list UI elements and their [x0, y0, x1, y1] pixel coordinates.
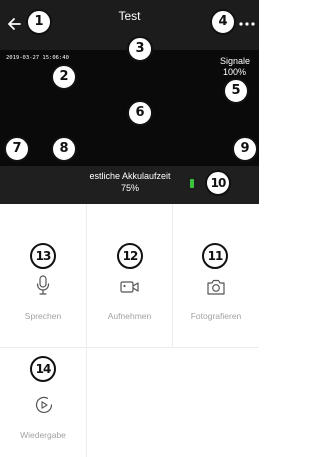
battery-label: estliche Akkulaufzeit	[89, 171, 171, 181]
camera-icon[interactable]	[205, 278, 227, 296]
action-label-speak: Sprechen	[24, 311, 62, 321]
annotation-badge-6: 6	[127, 100, 153, 126]
action-label-playback: Wiedergabe	[20, 430, 66, 440]
action-record[interactable]	[87, 204, 172, 347]
battery-icon	[190, 179, 194, 188]
video-camera-icon[interactable]	[119, 279, 141, 295]
annotation-badge-13: 13	[30, 243, 56, 269]
more-options-icon[interactable]	[237, 14, 257, 34]
action-photo[interactable]	[173, 204, 259, 347]
signal-value: 100%	[222, 67, 246, 77]
annotation-badge-9: 9	[232, 136, 258, 162]
action-label-photo: Fotografieren	[190, 311, 242, 321]
annotation-badge-7: 7	[4, 136, 30, 162]
annotation-badge-1: 1	[26, 9, 52, 35]
annotation-badge-5: 5	[223, 78, 249, 104]
annotation-badge-3: 3	[127, 36, 153, 62]
annotation-badge-10: 10	[205, 170, 231, 196]
timestamp-overlay: 2019-03-27 15:06:40	[6, 55, 69, 61]
microphone-icon[interactable]	[33, 274, 53, 296]
annotation-badge-4: 4	[210, 9, 236, 35]
annotation-badge-2: 2	[51, 64, 77, 90]
annotation-badge-12: 12	[117, 243, 143, 269]
annotation-badge-8: 8	[51, 136, 77, 162]
signal-label: Signale	[219, 56, 250, 66]
playback-icon[interactable]	[33, 394, 55, 416]
annotation-badge-11: 11	[202, 243, 228, 269]
action-label-record: Aufnehmen	[107, 311, 152, 321]
battery-value: 75%	[120, 183, 139, 193]
annotation-badge-14: 14	[30, 356, 56, 382]
